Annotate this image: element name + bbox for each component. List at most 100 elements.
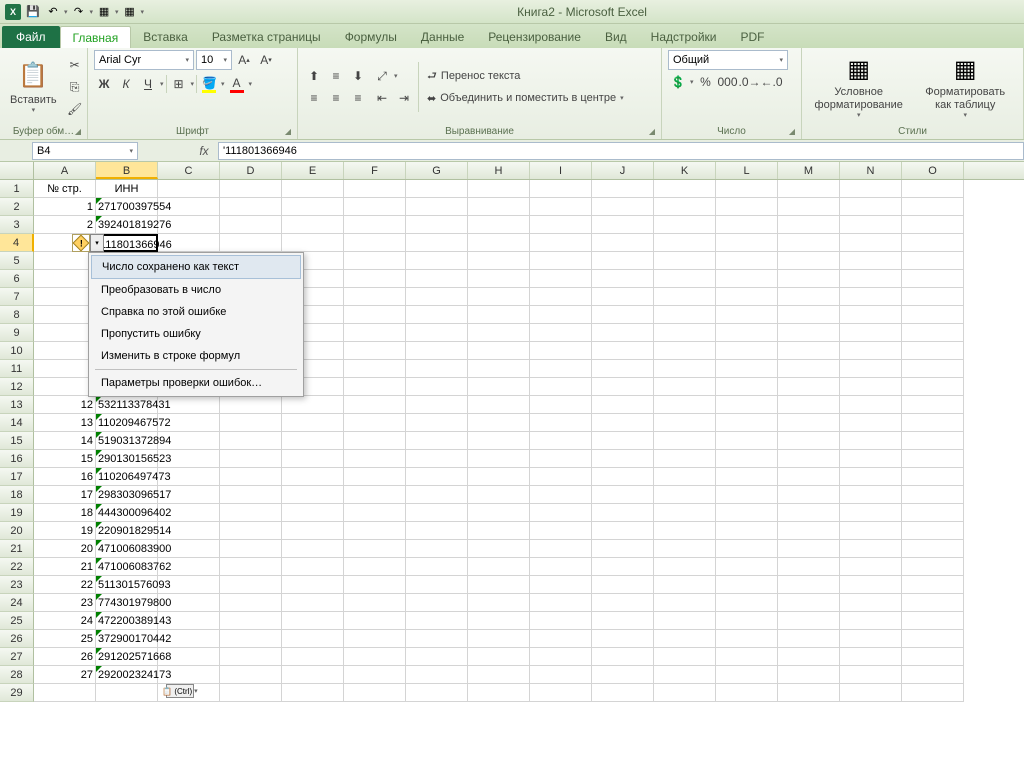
cell-H10[interactable] <box>468 342 530 360</box>
clipboard-launcher[interactable]: ◢ <box>73 127 83 137</box>
cell-J19[interactable] <box>592 504 654 522</box>
number-launcher[interactable]: ◢ <box>787 127 797 137</box>
cell-I15[interactable] <box>530 432 592 450</box>
cell-H15[interactable] <box>468 432 530 450</box>
row-header-21[interactable]: 21 <box>0 540 34 558</box>
cell-I12[interactable] <box>530 378 592 396</box>
cell-N16[interactable] <box>840 450 902 468</box>
cell-C13[interactable] <box>158 396 220 414</box>
shrink-font-button[interactable]: A▾ <box>256 50 276 70</box>
row-header-5[interactable]: 5 <box>0 252 34 270</box>
cell-N24[interactable] <box>840 594 902 612</box>
cell-H12[interactable] <box>468 378 530 396</box>
cell-L14[interactable] <box>716 414 778 432</box>
cell-F24[interactable] <box>344 594 406 612</box>
cell-J28[interactable] <box>592 666 654 684</box>
cell-A1[interactable]: № стр. <box>34 180 96 198</box>
col-header-D[interactable]: D <box>220 162 282 179</box>
cell-K25[interactable] <box>654 612 716 630</box>
cell-A6[interactable] <box>34 270 96 288</box>
cell-B29[interactable] <box>96 684 158 702</box>
cell-K8[interactable] <box>654 306 716 324</box>
cell-K6[interactable] <box>654 270 716 288</box>
cell-C16[interactable] <box>158 450 220 468</box>
cell-A25[interactable]: 24 <box>34 612 96 630</box>
fill-color-button[interactable]: 🪣 <box>199 74 219 94</box>
cell-O5[interactable] <box>902 252 964 270</box>
cell-L11[interactable] <box>716 360 778 378</box>
cell-A27[interactable]: 26 <box>34 648 96 666</box>
cell-D2[interactable] <box>220 198 282 216</box>
cell-F2[interactable] <box>344 198 406 216</box>
cell-G4[interactable] <box>406 234 468 252</box>
row-header-11[interactable]: 11 <box>0 360 34 378</box>
cell-C25[interactable] <box>158 612 220 630</box>
cell-I27[interactable] <box>530 648 592 666</box>
cell-B27[interactable]: 291202571668 <box>96 648 158 666</box>
align-middle-button[interactable]: ≡ <box>326 66 346 86</box>
decrease-decimal-button[interactable]: ←.0 <box>762 72 782 92</box>
cell-M17[interactable] <box>778 468 840 486</box>
cell-A18[interactable]: 17 <box>34 486 96 504</box>
cell-C27[interactable] <box>158 648 220 666</box>
cell-M21[interactable] <box>778 540 840 558</box>
qat-redo-dropdown[interactable]: ▾ <box>90 8 94 16</box>
app-icon[interactable]: X <box>4 3 22 21</box>
cell-C1[interactable] <box>158 180 220 198</box>
cell-M28[interactable] <box>778 666 840 684</box>
cell-F19[interactable] <box>344 504 406 522</box>
cell-J20[interactable] <box>592 522 654 540</box>
cell-D25[interactable] <box>220 612 282 630</box>
cell-F5[interactable] <box>344 252 406 270</box>
cell-K2[interactable] <box>654 198 716 216</box>
cell-O7[interactable] <box>902 288 964 306</box>
cell-J11[interactable] <box>592 360 654 378</box>
cell-E14[interactable] <box>282 414 344 432</box>
cell-O16[interactable] <box>902 450 964 468</box>
cell-I19[interactable] <box>530 504 592 522</box>
cell-M7[interactable] <box>778 288 840 306</box>
cell-L15[interactable] <box>716 432 778 450</box>
cell-C20[interactable] <box>158 522 220 540</box>
cell-L18[interactable] <box>716 486 778 504</box>
cell-J21[interactable] <box>592 540 654 558</box>
cell-H21[interactable] <box>468 540 530 558</box>
cell-H20[interactable] <box>468 522 530 540</box>
cell-M29[interactable] <box>778 684 840 702</box>
cell-M19[interactable] <box>778 504 840 522</box>
cell-H14[interactable] <box>468 414 530 432</box>
font-color-button[interactable]: A <box>227 74 247 94</box>
cell-M24[interactable] <box>778 594 840 612</box>
cell-A11[interactable] <box>34 360 96 378</box>
cell-N14[interactable] <box>840 414 902 432</box>
cell-H29[interactable] <box>468 684 530 702</box>
cell-I11[interactable] <box>530 360 592 378</box>
cell-H7[interactable] <box>468 288 530 306</box>
cell-J18[interactable] <box>592 486 654 504</box>
orientation-button[interactable]: ⤢ <box>372 66 392 86</box>
cell-L23[interactable] <box>716 576 778 594</box>
cell-A2[interactable]: 1 <box>34 198 96 216</box>
cell-C22[interactable] <box>158 558 220 576</box>
cell-M1[interactable] <box>778 180 840 198</box>
cell-N18[interactable] <box>840 486 902 504</box>
cell-N13[interactable] <box>840 396 902 414</box>
cell-E24[interactable] <box>282 594 344 612</box>
cell-E4[interactable] <box>282 234 344 252</box>
cell-E19[interactable] <box>282 504 344 522</box>
cell-K11[interactable] <box>654 360 716 378</box>
cell-D28[interactable] <box>220 666 282 684</box>
col-header-M[interactable]: M <box>778 162 840 179</box>
cell-K1[interactable] <box>654 180 716 198</box>
cell-G14[interactable] <box>406 414 468 432</box>
cell-N19[interactable] <box>840 504 902 522</box>
cell-D27[interactable] <box>220 648 282 666</box>
cell-L19[interactable] <box>716 504 778 522</box>
row-header-3[interactable]: 3 <box>0 216 34 234</box>
cell-G19[interactable] <box>406 504 468 522</box>
cell-B15[interactable]: 519031372894 <box>96 432 158 450</box>
paste-button[interactable]: 📋 Вставить ▾ <box>6 54 61 120</box>
row-header-14[interactable]: 14 <box>0 414 34 432</box>
cell-L13[interactable] <box>716 396 778 414</box>
cell-J16[interactable] <box>592 450 654 468</box>
